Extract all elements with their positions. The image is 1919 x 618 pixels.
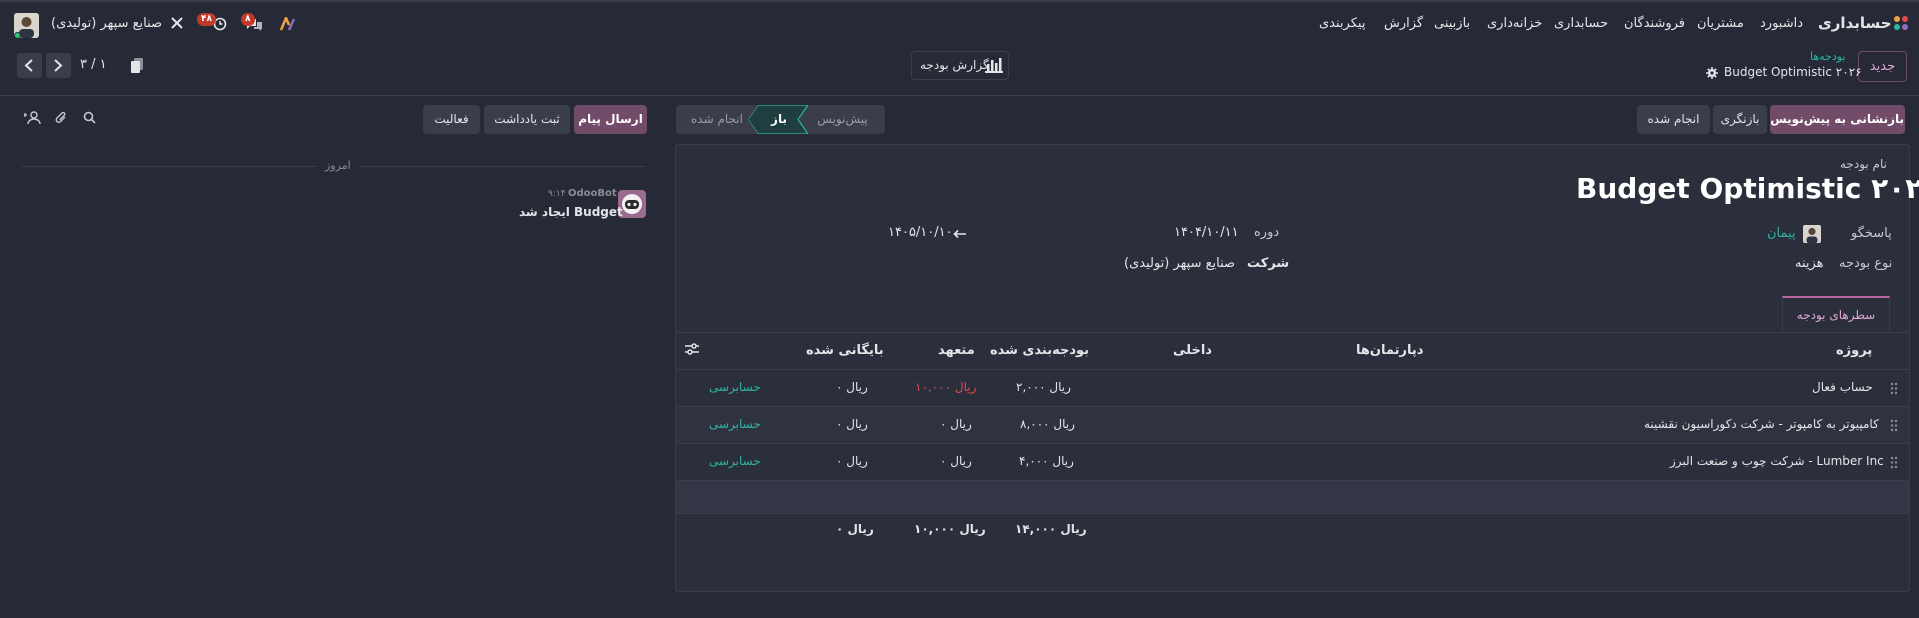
budget-type-label: نوع بودجه [1839, 256, 1893, 271]
responsible-label: پاسخگو [1851, 226, 1892, 241]
budget-report-label: گزارش بودجه [920, 58, 989, 72]
row-audit-link[interactable]: حسابرسی [709, 454, 761, 468]
drag-handle-icon[interactable] [1890, 419, 1898, 432]
stage-done[interactable]: انجام شده [676, 105, 758, 134]
header-archived[interactable]: بایگانی شده [806, 343, 884, 358]
row-budgeted: ریال ۴,۰۰۰ [1019, 454, 1074, 468]
top-navbar: حسابداری داشبورد مشتریان فروشندگان حسابد… [0, 0, 1919, 45]
activity-count-badge: ۴۸ [197, 13, 216, 26]
followers-icon[interactable] [24, 111, 42, 125]
paperclip-icon[interactable] [55, 111, 68, 125]
header-departments[interactable]: دپارتمان‌ها [1356, 343, 1423, 358]
stage-draft[interactable]: پیش‌نویس [800, 105, 885, 134]
send-message-button[interactable]: ارسال پیام [574, 105, 647, 134]
message-body: Budget ایجاد شد [519, 205, 623, 219]
control-panel: جدید بودجه‌ها Budget Optimistic ۲۰۲۶ گزا… [0, 45, 1919, 96]
total-archived: ریال ۰ [836, 522, 874, 536]
revise-button[interactable]: بازنگری [1713, 105, 1767, 134]
menu-treasury[interactable]: خزانه‌داری [1487, 16, 1542, 31]
voip-logo-icon[interactable] [280, 17, 296, 31]
company-switcher[interactable]: صنایع سپهر (تولیدی) [51, 16, 162, 31]
row-project: Lumber Inc - شرکت چوب و صنعت البرز [1670, 454, 1884, 468]
row-budgeted: ریال ۸,۰۰۰ [1020, 417, 1075, 431]
pager-prev-button[interactable] [17, 53, 42, 78]
menu-configuration[interactable]: پیکربندی [1319, 16, 1365, 31]
menu-customers[interactable]: مشتریان [1697, 16, 1744, 31]
row-budgeted: ریال ۲,۰۰۰ [1016, 380, 1071, 394]
pager-value[interactable]: ۳ / ۱ [80, 57, 107, 72]
debug-tools-icon[interactable] [170, 16, 184, 30]
total-budgeted: ریال ۱۴,۰۰۰ [1015, 522, 1087, 536]
app-name[interactable]: حسابداری [1818, 14, 1892, 32]
budget-name-label: نام بودجه [1840, 157, 1887, 171]
empty-row [676, 480, 1909, 514]
attachment-doc-icon[interactable] [131, 58, 143, 73]
header-budgeted[interactable]: بودجه‌بندی شده [990, 343, 1089, 358]
row-project: کامپیوتر به کامپوتر - شرکت دکوراسیون نقش… [1644, 417, 1879, 431]
row-archived: ریال ۰ [836, 417, 868, 431]
optional-columns-toggle-icon[interactable] [685, 343, 699, 355]
drag-handle-icon[interactable] [1890, 382, 1898, 395]
company-label: شرکت [1247, 256, 1290, 271]
search-icon[interactable] [83, 111, 96, 124]
row-audit-link[interactable]: حسابرسی [709, 417, 761, 431]
log-note-button[interactable]: ثبت یادداشت [484, 105, 570, 134]
message-time: ۹:۱۴ [548, 189, 566, 199]
date-from-value[interactable]: ۱۴۰۴/۱۰/۱۱ [1174, 225, 1239, 240]
table-row[interactable]: حساب فعال ریال ۲,۰۰۰ ریال ۱۰,۰۰۰ ریال ۰ … [676, 369, 1909, 406]
app-icon[interactable] [1893, 15, 1909, 31]
message-author[interactable]: OdooBot [568, 188, 617, 199]
new-button[interactable]: جدید [1858, 51, 1907, 82]
bar-chart-icon [985, 58, 1003, 73]
record-title: Budget Optimistic ۲۰۲۶ [1724, 65, 1862, 79]
gear-icon[interactable] [1706, 67, 1718, 79]
pager-next-button[interactable] [46, 53, 71, 78]
messages-count-badge: ۸ [241, 13, 255, 26]
budget-name-value[interactable]: Budget Optimistic ۲۰۲۶ [1576, 172, 1919, 205]
arrow-left-icon [953, 229, 967, 239]
header-internal[interactable]: داخلی [1173, 343, 1212, 358]
budget-report-button[interactable]: گزارش بودجه [911, 51, 1009, 80]
menu-dashboard[interactable]: داشبورد [1760, 16, 1803, 31]
stage-open[interactable]: باز [758, 105, 800, 134]
row-committed: ریال ۰ [940, 454, 972, 468]
date-to-value[interactable]: ۱۴۰۵/۱۰/۱۰ [888, 225, 953, 240]
responsible-avatar [1803, 225, 1821, 243]
period-label: دوره [1254, 225, 1280, 240]
date-separator-label: امروز [317, 159, 359, 172]
row-archived: ریال ۰ [836, 454, 868, 468]
reset-to-draft-button[interactable]: بازنشانی به پیش‌نویس [1770, 105, 1905, 134]
activity-button[interactable]: فعالیت [423, 105, 480, 134]
online-status-dot [14, 32, 21, 39]
menu-reporting[interactable]: گزارش [1384, 16, 1423, 31]
menu-vendors[interactable]: فروشندگان [1624, 16, 1685, 31]
row-committed: ریال ۰ [940, 417, 972, 431]
row-committed: ریال ۱۰,۰۰۰ [915, 380, 977, 394]
row-project: حساب فعال [1812, 380, 1873, 394]
company-value[interactable]: صنایع سپهر (تولیدی) [1124, 256, 1235, 271]
menu-accounting[interactable]: حسابداری [1554, 16, 1608, 31]
table-row[interactable]: Lumber Inc - شرکت چوب و صنعت البرز ریال … [676, 443, 1909, 480]
done-button[interactable]: انجام شده [1637, 105, 1710, 134]
drag-handle-icon[interactable] [1890, 456, 1898, 469]
budget-type-value[interactable]: هزینه [1795, 256, 1824, 271]
menu-review[interactable]: بازبینی [1434, 16, 1470, 31]
row-archived: ریال ۰ [836, 380, 868, 394]
header-committed[interactable]: متعهد [938, 343, 975, 358]
breadcrumb-parent[interactable]: بودجه‌ها [1810, 50, 1846, 63]
table-row[interactable]: کامپیوتر به کامپوتر - شرکت دکوراسیون نقش… [676, 406, 1909, 443]
responsible-value[interactable]: پیمان [1767, 226, 1796, 241]
tab-budget-lines[interactable]: سطرهای بودجه [1782, 296, 1890, 332]
header-project[interactable]: پروژه [1836, 343, 1872, 358]
total-committed: ریال ۱۰,۰۰۰ [914, 522, 986, 536]
row-audit-link[interactable]: حسابرسی [709, 380, 761, 394]
tab-budget-lines-label: سطرهای بودجه [1796, 308, 1876, 322]
